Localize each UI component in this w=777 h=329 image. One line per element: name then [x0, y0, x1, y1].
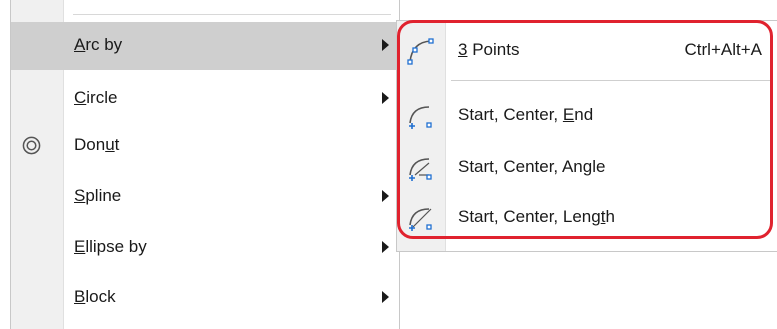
menu-item-spline[interactable]: Spline: [11, 173, 399, 221]
arc-3points-icon: [407, 38, 434, 65]
menu-item-label: Block: [74, 287, 116, 306]
menu-item-label: Circle: [74, 88, 118, 107]
menu-item-donut[interactable]: Donut: [11, 122, 399, 170]
donut-icon: [22, 136, 41, 155]
menu-item-label: Spline: [74, 186, 122, 205]
submenu-item-label: 3 Points: [458, 40, 520, 59]
menu-item-ellipse-by[interactable]: Ellipse by: [11, 224, 399, 272]
menu-item-label: Ellipse by: [74, 237, 147, 256]
menu-item-label: Arc by: [74, 35, 123, 54]
submenu-separator: [451, 80, 771, 81]
menu-item-label: Donut: [74, 135, 120, 154]
menu-separator: [73, 14, 391, 15]
arc-start-center-end-icon: [409, 106, 432, 129]
submenu-item-label: Start, Center, Angle: [458, 157, 606, 176]
submenu-item-3-points[interactable]: 3 Points Ctrl+Alt+A: [397, 29, 777, 71]
menu-item-arc-by[interactable]: Arc by: [11, 22, 399, 70]
submenu-arrow-icon: [382, 190, 389, 202]
arc-submenu: 3 Points Ctrl+Alt+A Start, Center, End S…: [396, 20, 777, 252]
submenu-arrow-icon: [382, 291, 389, 303]
menu-item-block[interactable]: Block: [11, 274, 399, 322]
submenu-item-start-center-length[interactable]: Start, Center, Length: [397, 196, 777, 238]
submenu-arrow-icon: [382, 39, 389, 51]
submenu-arrow-icon: [382, 241, 389, 253]
arc-start-center-angle-icon: [409, 158, 432, 181]
submenu-item-start-center-end[interactable]: Start, Center, End: [397, 94, 777, 136]
keyboard-shortcut: Ctrl+Alt+A: [684, 40, 762, 59]
draw-context-menu: Arc by Circle Donut Spline Ellipse by Bl…: [10, 0, 400, 329]
submenu-arrow-icon: [382, 92, 389, 104]
menu-item-circle[interactable]: Circle: [11, 75, 399, 123]
submenu-item-start-center-angle[interactable]: Start, Center, Angle: [397, 146, 777, 188]
submenu-item-label: Start, Center, End: [458, 105, 594, 124]
arc-start-center-length-icon: [409, 208, 432, 231]
submenu-item-label: Start, Center, Length: [458, 207, 615, 226]
